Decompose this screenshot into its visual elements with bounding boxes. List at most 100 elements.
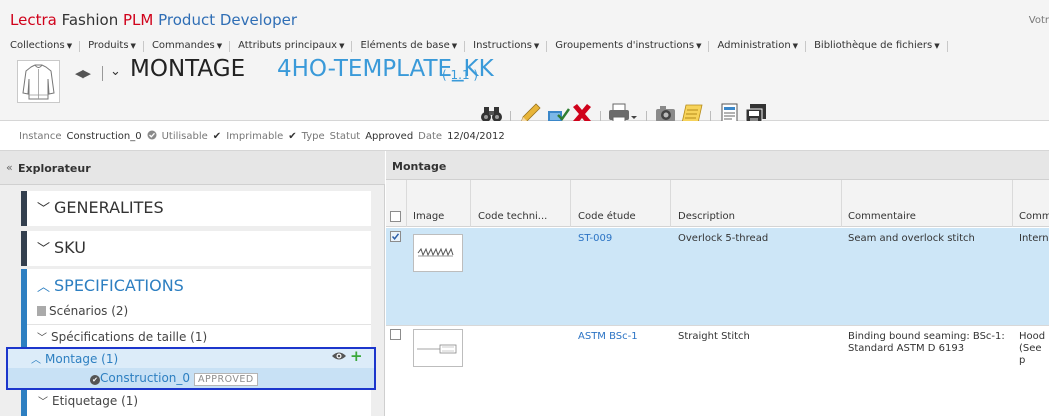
title-chevron-down-icon[interactable]: ⌄: [110, 64, 121, 79]
menu-bibliotheque[interactable]: Bibliothèque de fichiers ▼: [806, 40, 948, 52]
explorer-header: « Explorateur: [0, 151, 385, 185]
cell-commentaire: Seam and overlock stitch: [848, 233, 975, 244]
col-commentaire[interactable]: Commentaire: [848, 211, 916, 222]
chevron-up-icon: ︿: [37, 280, 51, 295]
column-divider: [570, 180, 571, 227]
section-sku[interactable]: ﹀ SKU: [21, 231, 371, 266]
page-title-type: MONTAGE: [130, 56, 246, 82]
section-generalites[interactable]: ﹀ GENERALITES: [21, 191, 371, 226]
cell-description: Straight Stitch: [678, 331, 750, 342]
caret-down-icon: ▼: [216, 42, 223, 50]
chevron-down-icon: ﹀: [37, 333, 47, 344]
column-divider: [1012, 180, 1013, 227]
type-label: Type: [301, 131, 325, 142]
tree-item-size-specs[interactable]: ﹀ Spécifications de taille (1): [37, 329, 207, 344]
caret-down-icon: ▼: [451, 42, 458, 50]
usable-check-icon: ✔: [212, 131, 222, 142]
explorer-title: Explorateur: [18, 162, 91, 175]
row-checkbox[interactable]: [390, 329, 401, 340]
brand-product: Product Developer: [158, 11, 298, 29]
select-all-checkbox[interactable]: [390, 211, 401, 222]
instance-status-bar: Instance Construction_0 Utilisable ✔ Imp…: [0, 121, 1049, 151]
cell-comm: Intern: [1019, 233, 1049, 244]
caret-down-icon: ▼: [533, 42, 540, 50]
caret-down-icon: ▼: [934, 42, 940, 50]
menu-instructions[interactable]: Instructions ▼: [465, 40, 548, 52]
overlock-stitch-icon: [417, 247, 454, 257]
menu-label: Attributs principaux: [238, 40, 338, 51]
caret-down-icon: ▼: [339, 42, 345, 50]
table-row[interactable]: ST-009 Overlock 5-thread Seam and overlo…: [386, 228, 1049, 325]
menu-label: Eléments de base: [360, 40, 450, 51]
status-value: Approved: [365, 131, 414, 142]
menu-attributs-principaux[interactable]: Attributs principaux ▼: [230, 40, 353, 52]
collapse-panel-icon[interactable]: «: [6, 161, 13, 174]
montage-header: Montage: [386, 151, 1049, 180]
cell-description: Overlock 5-thread: [678, 233, 769, 244]
menu-label: Bibliothèque de fichiers: [814, 40, 933, 51]
date-label: Date: [418, 131, 443, 142]
col-comm[interactable]: Comm: [1019, 211, 1049, 222]
section-label: SPECIFICATIONS: [54, 276, 184, 295]
cell-commentaire-line2: Standard ASTM D 6193: [848, 343, 965, 354]
printable-label: Imprimable: [226, 131, 284, 142]
instance-check-icon: [147, 130, 157, 143]
main-menu: Collections ▼ Produits ▼ Commandes ▼ Attrib…: [6, 40, 948, 52]
printable-check-icon: ✔: [288, 131, 297, 142]
chevron-down-icon: ﹀: [38, 397, 48, 408]
prev-next-arrows[interactable]: ◀▶: [75, 67, 91, 80]
section-label: GENERALITES: [54, 198, 164, 217]
row-checkbox[interactable]: [390, 231, 401, 242]
menu-elements-de-base[interactable]: Eléments de base ▼: [352, 40, 465, 52]
app-brand[interactable]: Lectra Fashion PLM Product Developer: [10, 11, 297, 29]
tree-item-scenarios[interactable]: Scénarios (2): [37, 304, 128, 318]
cell-code-etude[interactable]: ASTM BSc-1: [578, 331, 638, 343]
cell-comm-line1: Hood: [1019, 331, 1046, 342]
menu-commandes[interactable]: Commandes ▼: [144, 40, 231, 52]
brand-lectra: Lectra: [10, 11, 57, 29]
chevron-down-icon: ﹀: [37, 202, 51, 217]
cell-code-etude[interactable]: ST-009: [578, 233, 612, 245]
instance-value[interactable]: Construction_0: [67, 131, 142, 142]
version-badge: ( 1.1 ): [442, 68, 479, 82]
menu-groupements[interactable]: Groupements d'instructions ▼: [547, 40, 710, 52]
date-value: 12/04/2012: [447, 131, 505, 142]
col-code-etude[interactable]: Code étude: [578, 211, 636, 222]
column-divider: [406, 180, 407, 227]
user-greeting[interactable]: Votr: [1029, 15, 1049, 26]
menu-label: Administration: [717, 40, 791, 51]
menu-label: Commandes: [151, 40, 215, 51]
brand-plm: PLM: [123, 11, 154, 29]
explorer-panel: « Explorateur ﹀ GENERALITES ﹀ SKU ︿ SPECIFI…: [0, 151, 385, 416]
tree-item-etiquetage[interactable]: ﹀ Etiquetage (1): [38, 393, 138, 408]
stitch-thumbnail[interactable]: [413, 329, 463, 367]
section-specifications-header[interactable]: ︿ SPECIFICATIONS: [37, 276, 184, 295]
selection-highlight: [6, 347, 376, 390]
tree-label: Spécifications de taille (1): [51, 330, 208, 344]
grid-header: Image Code techni... Code étude Descript…: [386, 180, 1049, 227]
tree-divider: [27, 324, 371, 325]
chevron-down-icon: ﹀: [37, 242, 51, 257]
cell-commentaire-line1: Binding bound seaming: BSc-1:: [848, 331, 1005, 342]
menu-label: Groupements d'instructions: [555, 40, 695, 51]
col-image[interactable]: Image: [413, 211, 444, 222]
column-divider: [670, 180, 671, 227]
menu-administration[interactable]: Administration ▼: [709, 40, 806, 52]
caret-down-icon: ▼: [130, 42, 136, 50]
menu-produits[interactable]: Produits ▼: [80, 40, 144, 52]
tree-label: Etiquetage (1): [52, 394, 139, 408]
caret-down-icon: ▼: [66, 42, 73, 50]
column-divider: [841, 180, 842, 227]
tree-label: Scénarios (2): [49, 304, 129, 318]
status-label: Statut: [329, 131, 361, 142]
jacket-sketch-icon: [22, 64, 55, 100]
column-divider: [470, 180, 471, 227]
menu-collections[interactable]: Collections ▼: [6, 40, 81, 52]
caret-down-icon: ▼: [792, 42, 799, 50]
instance-label: Instance: [19, 131, 62, 142]
col-description[interactable]: Description: [678, 211, 735, 222]
col-code-technique[interactable]: Code techni...: [478, 211, 547, 222]
stitch-thumbnail[interactable]: [413, 234, 463, 272]
table-row[interactable]: ASTM BSc-1 Straight Stitch Binding bound…: [386, 326, 1049, 416]
product-thumbnail[interactable]: [17, 60, 60, 103]
